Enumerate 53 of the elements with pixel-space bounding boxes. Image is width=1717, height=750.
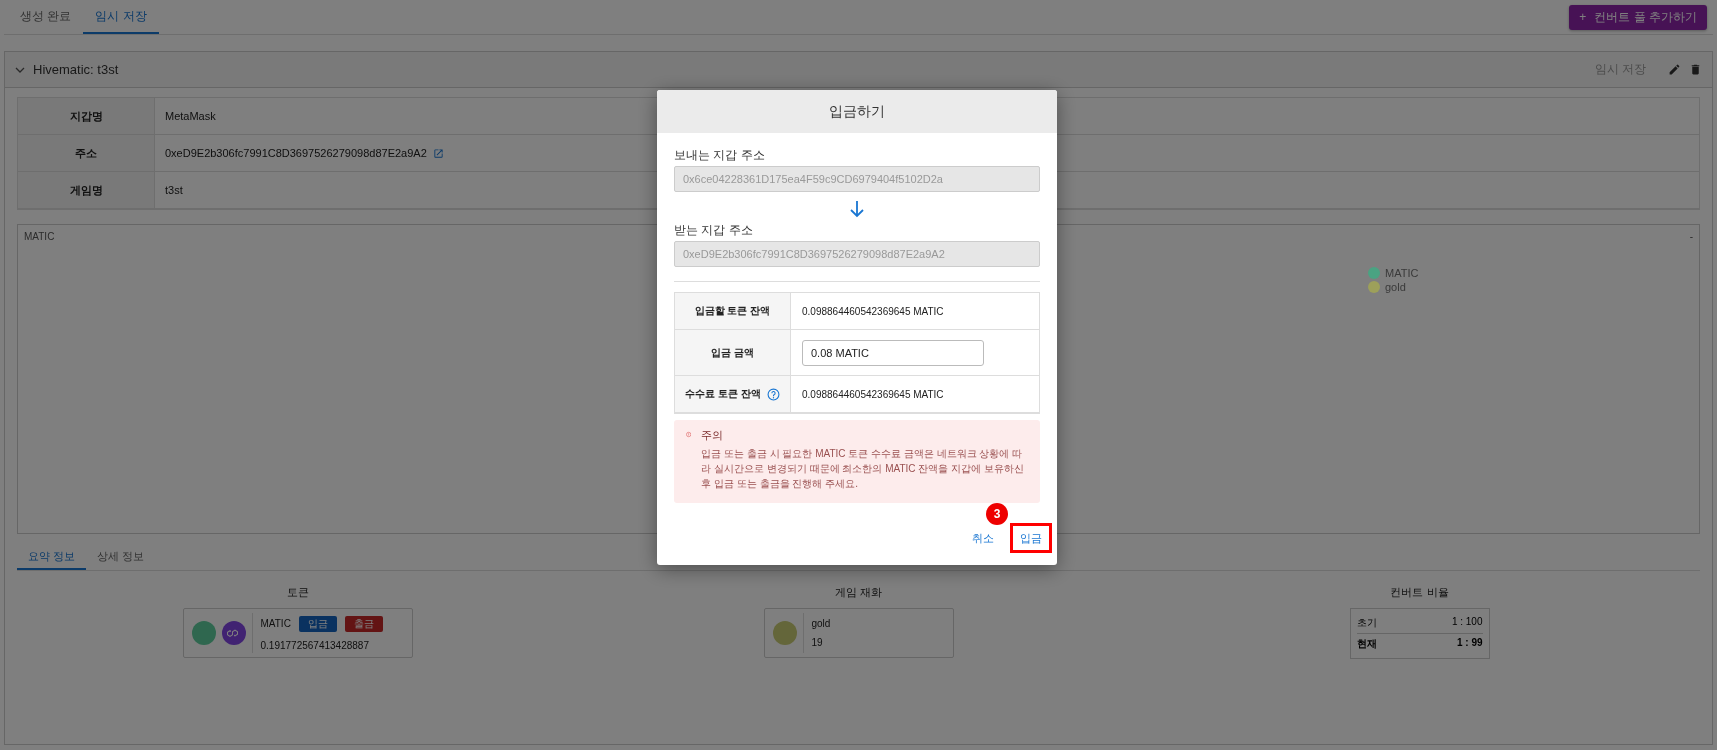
table-cell: 0.098864460542369645 MATIC bbox=[802, 305, 944, 317]
withdraw-button[interactable]: 출금 bbox=[344, 615, 383, 632]
currency-amount: 19 bbox=[811, 637, 824, 648]
table-header-cell: 지갑명 bbox=[18, 98, 155, 135]
table-header-cell: 주소 bbox=[18, 135, 155, 172]
amount-input[interactable]: 0.08 MATIC bbox=[802, 339, 984, 366]
help-icon[interactable] bbox=[766, 387, 780, 401]
table-cell: MetaMask bbox=[165, 110, 216, 122]
field-label: 받는 지갑 주소 bbox=[674, 222, 754, 239]
table-cell: t3st bbox=[165, 184, 183, 196]
tab[interactable]: 임시 저장 bbox=[83, 0, 159, 34]
currency-name: gold bbox=[811, 618, 831, 629]
ratio-label: 초기 bbox=[1356, 616, 1377, 630]
step-badge: 3 bbox=[986, 503, 1008, 525]
deposit-button[interactable]: 입금 bbox=[298, 615, 337, 632]
external-link-icon[interactable] bbox=[432, 147, 444, 159]
section-heading: 토큰 bbox=[286, 585, 309, 600]
table-header-cell: 게임명 bbox=[18, 172, 155, 209]
add-convert-pool-button[interactable]: + 컨버트 풀 추가하기 bbox=[1569, 4, 1707, 30]
tab[interactable]: 상세 정보 bbox=[86, 544, 156, 570]
warning-title: 주의 bbox=[701, 428, 725, 443]
field-label: 보내는 지갑 주소 bbox=[674, 147, 766, 164]
section-heading: 게임 재화 bbox=[834, 585, 883, 600]
ratio-value: 1 : 99 bbox=[1456, 637, 1483, 650]
section-heading: 컨버트 비율 bbox=[1390, 585, 1449, 600]
edit-icon[interactable] bbox=[1668, 63, 1681, 76]
cancel-button[interactable]: 취소 bbox=[968, 524, 998, 552]
tab[interactable]: 생성 완료 bbox=[8, 0, 84, 34]
table-header-cell: 입금할 토큰 잔액 bbox=[694, 304, 771, 318]
legend-label: gold bbox=[1385, 281, 1406, 293]
delete-icon[interactable] bbox=[1689, 63, 1702, 76]
table-cell: 0xeD9E2b306fc7991C8D3697526279098d87E2a9A2 bbox=[165, 147, 427, 159]
sender-address-field: 0x6ce04228361D175ea4F59c9CD6979404f5102D2a bbox=[674, 166, 1040, 192]
warning-text: 입금 또는 출금 시 필요한 MATIC 토큰 수수료 금액은 네트워크 상황에 따라 실시간으로 변경되기 때문에 최소한의 MATIC 잔액을 지갑에 보유하신 후 입금 또는 출금을 진행해 주세요. bbox=[701, 447, 1025, 491]
chart-title: MATIC bbox=[24, 231, 55, 242]
token-icon bbox=[191, 621, 216, 645]
token-name: MATIC bbox=[260, 618, 291, 629]
table-header-cell: 수수료 토큰 잔액 bbox=[685, 387, 761, 401]
receiver-address-field: 0xeD9E2b306fc7991C8D3697526279098d87E2a9A2 bbox=[674, 241, 1040, 267]
ratio-value: 1 : 100 bbox=[1451, 616, 1483, 629]
ratio-label: 현재 bbox=[1356, 637, 1377, 651]
legend-label: MATIC bbox=[1385, 267, 1419, 279]
table-cell: 0.098864460542369645 MATIC bbox=[802, 388, 944, 400]
token-balance: 0.191772567413428887 bbox=[260, 639, 370, 651]
table-header-cell: 입금 금액 bbox=[711, 345, 754, 360]
tab[interactable]: 요약 정보 bbox=[17, 544, 87, 570]
deposit-button[interactable]: 입금 bbox=[1010, 523, 1052, 553]
chart-corner-mark: - bbox=[1689, 231, 1693, 242]
down-arrow-icon bbox=[850, 200, 864, 218]
card-title: Hivematic: t3st bbox=[33, 62, 120, 77]
currency-icon bbox=[772, 621, 797, 645]
polygon-logo-icon bbox=[221, 621, 246, 645]
dialog-title: 입금하기 bbox=[657, 90, 1057, 133]
